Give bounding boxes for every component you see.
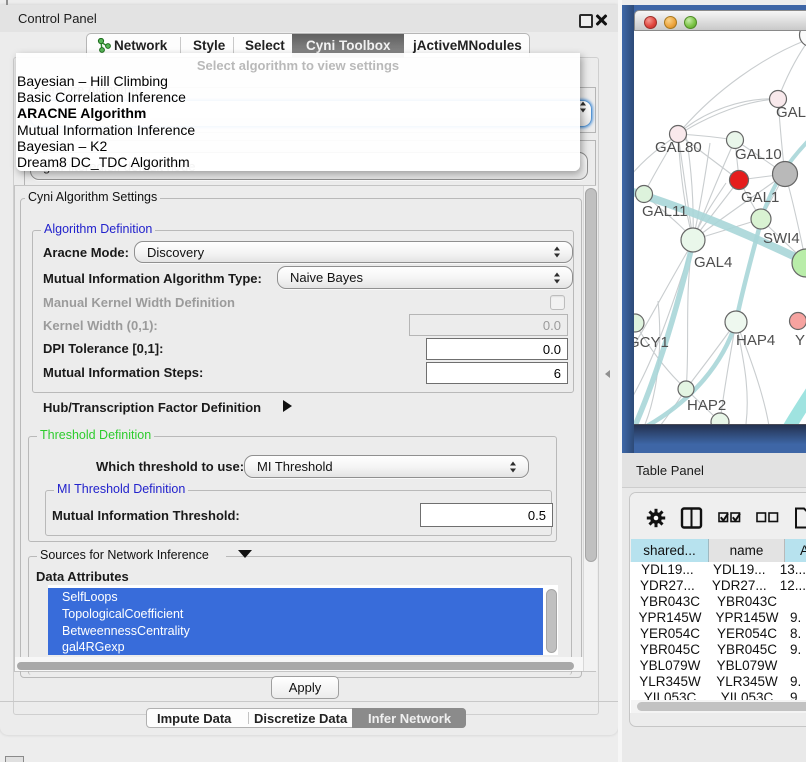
svg-text:SWI4: SWI4: [763, 230, 800, 247]
svg-text:GAL80: GAL80: [655, 139, 702, 156]
svg-text:GAL4: GAL4: [694, 254, 732, 271]
svg-text:GAL1: GAL1: [741, 189, 779, 206]
svg-text:GAL10: GAL10: [735, 146, 782, 163]
svg-text:GAL11: GAL11: [642, 203, 688, 220]
svg-text:HAP4: HAP4: [736, 332, 775, 349]
svg-text:HAP2: HAP2: [687, 397, 726, 414]
svg-text:GAL2: GAL2: [776, 104, 806, 121]
svg-text:YD: YD: [795, 332, 806, 349]
svg-text:GCY1: GCY1: [634, 334, 669, 351]
